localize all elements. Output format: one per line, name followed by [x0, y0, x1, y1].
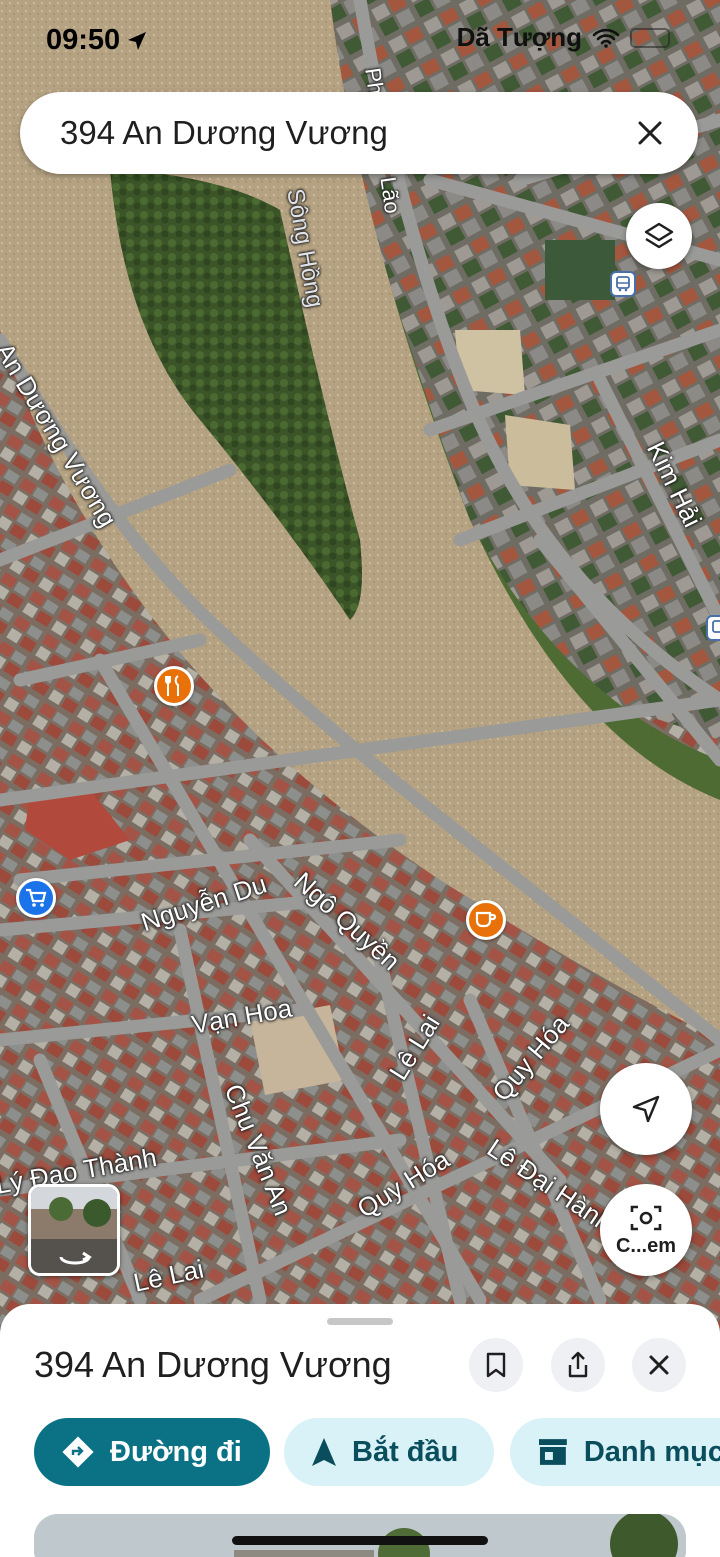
place-bottom-sheet[interactable]: 394 An Dương Vương Đường đi Bắt đầu Danh…: [0, 1304, 720, 1557]
bookmark-icon: [486, 1352, 506, 1378]
share-button[interactable]: [551, 1338, 605, 1392]
camera-button[interactable]: C...em: [600, 1184, 692, 1276]
category-button[interactable]: Danh mục: [510, 1418, 720, 1486]
location-arrow-icon: [128, 31, 147, 50]
camera-icon: [630, 1205, 662, 1230]
close-icon: [649, 1355, 669, 1375]
status-bar-right: Dã Tượng: [457, 22, 670, 53]
battery-icon: [630, 27, 670, 48]
close-sheet-button[interactable]: [632, 1338, 686, 1392]
layers-button[interactable]: [626, 203, 692, 269]
directions-label: Đường đi: [110, 1435, 242, 1468]
share-icon: [568, 1351, 588, 1378]
place-title: 394 An Dương Vương: [34, 1344, 392, 1385]
clock-text: 09:50: [46, 24, 121, 56]
layers-icon: [644, 222, 674, 249]
directions-button[interactable]: Đường đi: [34, 1418, 270, 1486]
carrier-label: Dã Tượng: [456, 22, 582, 52]
store-icon: [538, 1439, 567, 1465]
bus-icon[interactable]: [610, 271, 636, 297]
close-icon[interactable]: [630, 113, 670, 153]
search-query[interactable]: 394 An Dương Vương: [60, 114, 630, 152]
navigation-start-icon: [312, 1438, 336, 1466]
category-label: Danh mục: [583, 1435, 720, 1468]
my-location-button[interactable]: [600, 1063, 692, 1155]
start-button[interactable]: Bắt đầu: [284, 1418, 494, 1486]
home-indicator: [232, 1536, 488, 1545]
wifi-icon: [592, 28, 620, 48]
navigation-arrow-icon: [632, 1095, 660, 1123]
restaurant-icon[interactable]: [154, 666, 194, 706]
status-bar-time: 09:50: [46, 24, 148, 57]
cafe-icon[interactable]: [466, 900, 506, 940]
sheet-grabber[interactable]: [327, 1318, 393, 1325]
bus-icon[interactable]: [706, 615, 720, 641]
search-bar[interactable]: 394 An Dương Vương: [20, 92, 698, 174]
camera-label: C...em: [615, 1234, 677, 1257]
save-button[interactable]: [469, 1338, 523, 1392]
directions-icon: [62, 1436, 94, 1468]
start-label: Bắt đầu: [352, 1435, 459, 1468]
street-view-thumbnail[interactable]: [28, 1184, 120, 1276]
shopping-cart-icon[interactable]: [16, 878, 56, 918]
